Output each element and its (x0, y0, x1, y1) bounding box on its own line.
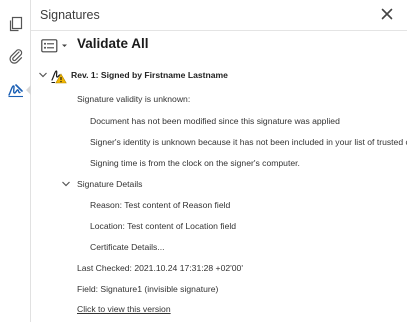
last-checked-text: Last Checked: 2021.10.24 17:31:28 +02'00… (77, 263, 243, 273)
left-navigation-rail (0, 0, 31, 322)
location-field: Location: Test content of Location field (90, 221, 237, 231)
validity-detail-identity: Signer's identity is unknown because it … (90, 137, 407, 147)
list-options-icon (41, 39, 67, 53)
signatures-toolbar: Validate All (31, 31, 407, 59)
panel-header: Signatures (31, 0, 407, 31)
close-icon (381, 8, 393, 20)
field-info-text: Field: Signature1 (invisible signature) (77, 284, 219, 294)
validate-all-button[interactable]: Validate All (77, 36, 149, 51)
attachments-button[interactable] (6, 46, 26, 66)
chevron-down-icon[interactable] (38, 71, 48, 79)
panel-title: Signatures (40, 8, 100, 22)
signature-details-label[interactable]: Signature Details (77, 179, 142, 189)
close-button[interactable] (379, 6, 395, 22)
signature-revision-label[interactable]: Rev. 1: Signed by Firstname Lastname (71, 70, 228, 80)
signatures-window: Signatures Validate All Rev. 1: Signed b… (0, 0, 407, 322)
validity-detail-time: Signing time is from the clock on the si… (90, 158, 300, 168)
signature-warning-icon (51, 68, 67, 84)
reason-field: Reason: Test content of Reason field (90, 200, 231, 210)
pages-icon (9, 16, 23, 32)
chevron-down-icon[interactable] (61, 180, 71, 188)
pages-button[interactable] (6, 14, 26, 34)
validity-heading: Signature validity is unknown: (77, 94, 191, 104)
certificate-details-link[interactable]: Certificate Details... (90, 242, 165, 252)
options-menu-button[interactable] (41, 38, 71, 54)
view-version-link[interactable]: Click to view this version (77, 304, 171, 314)
validity-detail-modified: Document has not been modified since thi… (90, 116, 340, 126)
attachment-icon (9, 49, 23, 64)
signatures-panel: Signatures Validate All Rev. 1: Signed b… (31, 0, 407, 322)
signatures-panel-button[interactable] (6, 80, 31, 100)
signature-icon (8, 84, 23, 98)
